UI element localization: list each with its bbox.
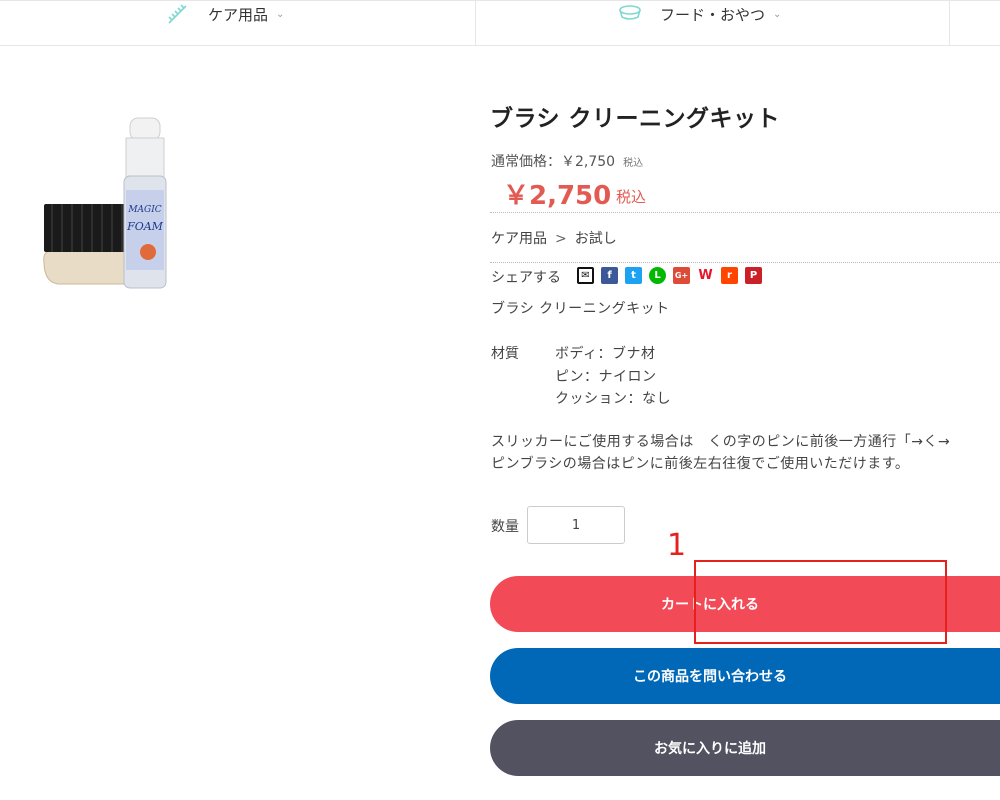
usage-line: ピンブラシの場合はピンに前後左右往復でご使用いただけます。 bbox=[491, 456, 910, 472]
svg-text:FOAM: FOAM bbox=[126, 220, 164, 233]
quantity-input[interactable] bbox=[527, 506, 625, 544]
reddit-share-icon[interactable]: r bbox=[721, 267, 738, 284]
divider bbox=[490, 212, 1000, 213]
usage-notes: スリッカーにご使用する場合は くの字のピンに前後一方通行「→く→ ピンブラシの場… bbox=[491, 431, 1000, 475]
breadcrumb-link-care[interactable]: ケア用品 bbox=[491, 231, 547, 247]
material-label: 材質 bbox=[491, 346, 519, 362]
breadcrumb: ケア用品 > お試し bbox=[491, 228, 617, 248]
material-item: ボディ：ブナ材 bbox=[555, 346, 656, 362]
regular-price-label: 通常価格：￥2,750 bbox=[491, 154, 616, 170]
svg-text:MAGIC: MAGIC bbox=[127, 205, 161, 215]
material-item: ピン：ナイロン bbox=[555, 368, 657, 385]
regular-price-tax: 税込 bbox=[623, 158, 644, 169]
top-nav: ケア用品 ⌄ フード・おやつ ⌄ bbox=[0, 0, 1000, 46]
facebook-share-icon[interactable]: f bbox=[601, 267, 618, 284]
material-values: ボディ：ブナ材 ピン：ナイロン クッション：なし bbox=[555, 343, 671, 411]
nav-item-label: フード・おやつ bbox=[660, 5, 766, 24]
food-bowl-icon bbox=[619, 5, 641, 20]
share-icons: ✉ f t L G+ W r P bbox=[577, 267, 762, 284]
nav-item-food[interactable]: フード・おやつ ⌄ bbox=[618, 1, 781, 27]
nav-item-label: ケア用品 bbox=[208, 5, 269, 24]
nav-item-care[interactable]: ケア用品 ⌄ bbox=[166, 1, 284, 27]
share-label: シェアする bbox=[491, 270, 561, 286]
email-share-icon[interactable]: ✉ bbox=[577, 267, 594, 284]
pinterest-share-icon[interactable]: P bbox=[745, 267, 762, 284]
annotation-number: 1 bbox=[667, 528, 687, 563]
twitter-share-icon[interactable]: t bbox=[625, 267, 642, 284]
chevron-down-icon: ⌄ bbox=[276, 8, 285, 20]
divider bbox=[490, 262, 1000, 263]
line-share-icon[interactable]: L bbox=[649, 267, 666, 284]
annotation-box bbox=[694, 560, 947, 644]
product-image: MAGIC FOAM bbox=[43, 117, 167, 289]
material-item: クッション：なし bbox=[555, 391, 671, 407]
add-to-favorites-button[interactable]: お気に入りに追加 bbox=[490, 720, 1000, 776]
favorites-label: お気に入りに追加 bbox=[654, 741, 766, 757]
quantity-label: 数量 bbox=[491, 519, 519, 535]
inquire-label: この商品を問い合わせる bbox=[633, 669, 787, 685]
chevron-down-icon: ⌄ bbox=[773, 8, 782, 20]
sale-price-tax: 税込 bbox=[616, 188, 647, 206]
inquire-button[interactable]: この商品を問い合わせる bbox=[490, 648, 1000, 704]
nav-divider bbox=[949, 1, 950, 45]
product-title: ブラシ クリーニングキット bbox=[490, 106, 781, 132]
regular-price: 通常価格：￥2,750 税込 bbox=[491, 151, 643, 171]
usage-line: スリッカーにご使用する場合は くの字のピンに前後一方通行「→く→ bbox=[491, 434, 951, 450]
sale-price: ￥2,750 bbox=[503, 181, 612, 211]
comb-icon bbox=[168, 4, 187, 24]
breadcrumb-separator: > bbox=[555, 231, 567, 247]
nav-divider bbox=[475, 1, 476, 45]
google-plus-share-icon[interactable]: G+ bbox=[673, 267, 690, 284]
product-description: ブラシ クリーニングキット bbox=[491, 301, 670, 317]
breadcrumb-link-trial[interactable]: お試し bbox=[575, 231, 617, 247]
weibo-share-icon[interactable]: W bbox=[697, 267, 714, 284]
